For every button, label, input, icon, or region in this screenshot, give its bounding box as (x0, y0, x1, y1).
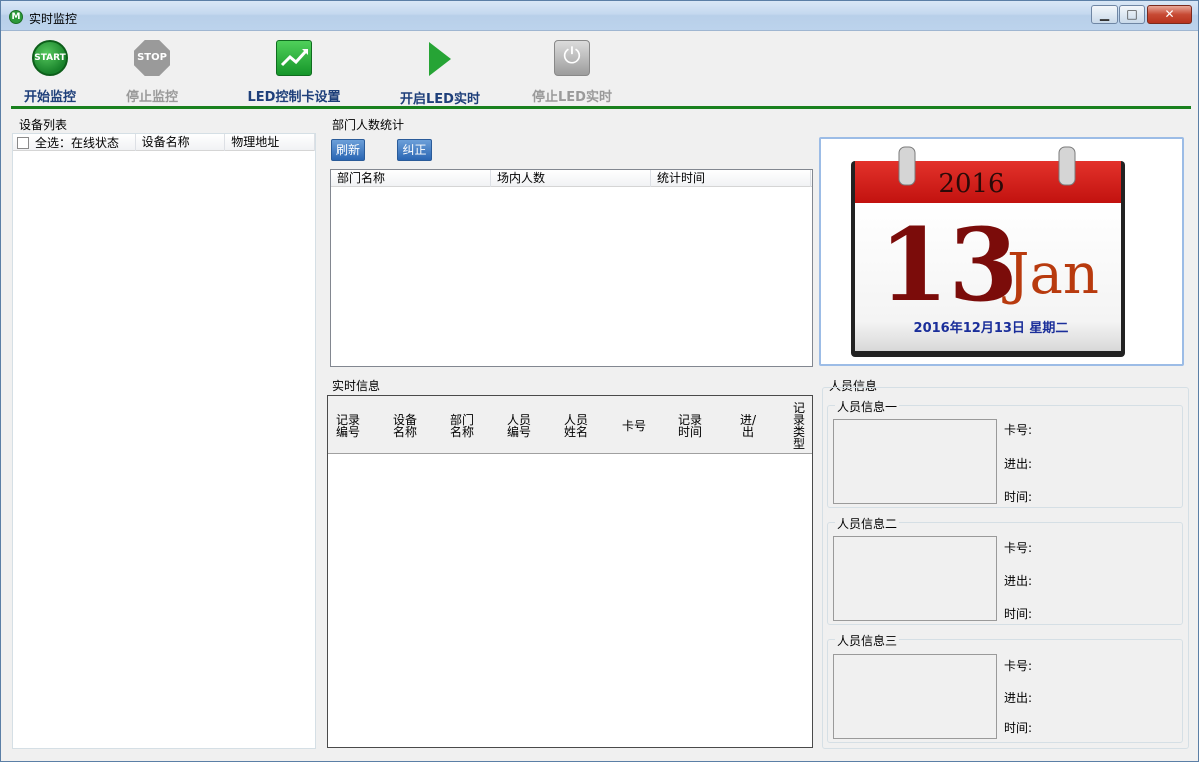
start-monitor-label: 开始监控 (23, 90, 76, 105)
correct-button[interactable]: 纠正 (397, 139, 432, 161)
open-led-button[interactable]: 开启LED实时 (393, 38, 487, 107)
dept-stats-title: 部门人数统计 (332, 118, 405, 132)
select-all-column[interactable]: 全选：在线状态 (13, 134, 136, 151)
chart-trend-icon (276, 40, 312, 76)
realtime-title: 实时信息 (332, 379, 381, 393)
person-card-3-title: 人员信息三 (835, 632, 900, 649)
stop-monitor-button[interactable]: STOP 停止监控 (119, 38, 185, 105)
col-person-name[interactable]: 人员姓名 (562, 414, 590, 440)
person-1-card-label: 卡号: (1004, 423, 1033, 437)
toolbar-divider (11, 106, 1191, 109)
window-title: 实时监控 (29, 12, 78, 26)
led-settings-label: LED控制卡设置 (247, 90, 341, 105)
stop-icon: STOP (134, 40, 170, 76)
person-2-card-label: 卡号: (1004, 541, 1033, 555)
col-in-out[interactable]: 进/出 (736, 414, 760, 440)
calendar-date-line: 2016年12月13日 星期二 (913, 321, 1069, 336)
col-rt-device-name[interactable]: 设备名称 (391, 414, 419, 440)
col-device-name[interactable]: 设备名称 (136, 134, 226, 151)
close-button[interactable]: ✕ (1147, 5, 1192, 24)
col-record-type[interactable]: 记录类型 (792, 402, 806, 452)
person-3-card-label: 卡号: (1004, 659, 1033, 673)
select-all-checkbox[interactable] (17, 136, 29, 149)
play-icon (429, 42, 451, 76)
power-icon: ⏻ (554, 40, 590, 76)
led-settings-button[interactable]: LED控制卡设置 (241, 38, 347, 105)
col-record-no[interactable]: 记录编号 (334, 414, 362, 440)
main-window: M 实时监控 ▁ □ ✕ START 开始监控 STOP 停止监控 LED控制卡… (0, 0, 1199, 762)
col-mac-address[interactable]: 物理地址 (225, 134, 315, 151)
toolbar: START 开始监控 STOP 停止监控 LED控制卡设置 开启LED实时 ⏻ … (1, 32, 1198, 107)
dept-stats-list[interactable]: 部门名称 场内人数 统计时间 (330, 169, 813, 367)
minimize-button[interactable]: ▁ (1091, 5, 1118, 24)
realtime-grid[interactable]: 记录编号 设备名称 部门名称 人员编号 人员姓名 卡号 记录时间 进/出 记录类… (327, 395, 813, 748)
calendar-panel: 2016 13 Jan 2016年12月13日 星期二 (819, 137, 1184, 366)
person-1-inout-label: 进出: (1004, 457, 1033, 471)
stop-led-button[interactable]: ⏻ 停止LED实时 (525, 38, 619, 105)
realtime-grid-header: 记录编号 设备名称 部门名称 人员编号 人员姓名 卡号 记录时间 进/出 记录类… (328, 396, 812, 454)
person-2-photo (833, 536, 997, 621)
calendar-day: 13 (879, 206, 1019, 324)
col-online-status: 全选：在线状态 (35, 135, 120, 150)
person-2-time-label: 时间: (1004, 607, 1033, 621)
device-list-title: 设备列表 (19, 118, 68, 132)
title-bar: M 实时监控 ▁ □ ✕ (1, 1, 1198, 31)
col-dept-name[interactable]: 部门名称 (331, 170, 491, 187)
person-card-2-title: 人员信息二 (835, 515, 900, 532)
stop-monitor-label: 停止监控 (125, 90, 178, 105)
col-rt-dept-name[interactable]: 部门名称 (448, 414, 476, 440)
person-1-time-label: 时间: (1004, 490, 1033, 504)
col-person-no[interactable]: 人员编号 (505, 414, 533, 440)
col-stat-time[interactable]: 统计时间 (651, 170, 811, 187)
stop-led-label: 停止LED实时 (532, 90, 612, 105)
start-monitor-button[interactable]: START 开始监控 (17, 38, 83, 105)
calendar-year: 2016 (938, 169, 1005, 199)
person-3-inout-label: 进出: (1004, 691, 1033, 705)
maximize-button[interactable]: □ (1119, 5, 1145, 24)
person-3-photo (833, 654, 997, 739)
start-icon: START (32, 40, 68, 76)
open-led-label: 开启LED实时 (400, 92, 480, 107)
person-3-time-label: 时间: (1004, 721, 1033, 735)
app-icon: M (9, 10, 23, 24)
dept-stats-header: 部门名称 场内人数 统计时间 (331, 170, 812, 187)
device-list[interactable]: 全选：在线状态 设备名称 物理地址 (12, 133, 316, 749)
col-record-time[interactable]: 记录时间 (676, 414, 704, 440)
col-card-no[interactable]: 卡号 (619, 420, 649, 434)
person-card-1-title: 人员信息一 (835, 398, 900, 415)
device-list-header: 全选：在线状态 设备名称 物理地址 (13, 134, 315, 151)
refresh-button[interactable]: 刷新 (331, 139, 365, 161)
calendar-month: Jan (1007, 242, 1099, 307)
col-people-count[interactable]: 场内人数 (491, 170, 651, 187)
person-2-inout-label: 进出: (1004, 574, 1033, 588)
person-1-photo (833, 419, 997, 504)
